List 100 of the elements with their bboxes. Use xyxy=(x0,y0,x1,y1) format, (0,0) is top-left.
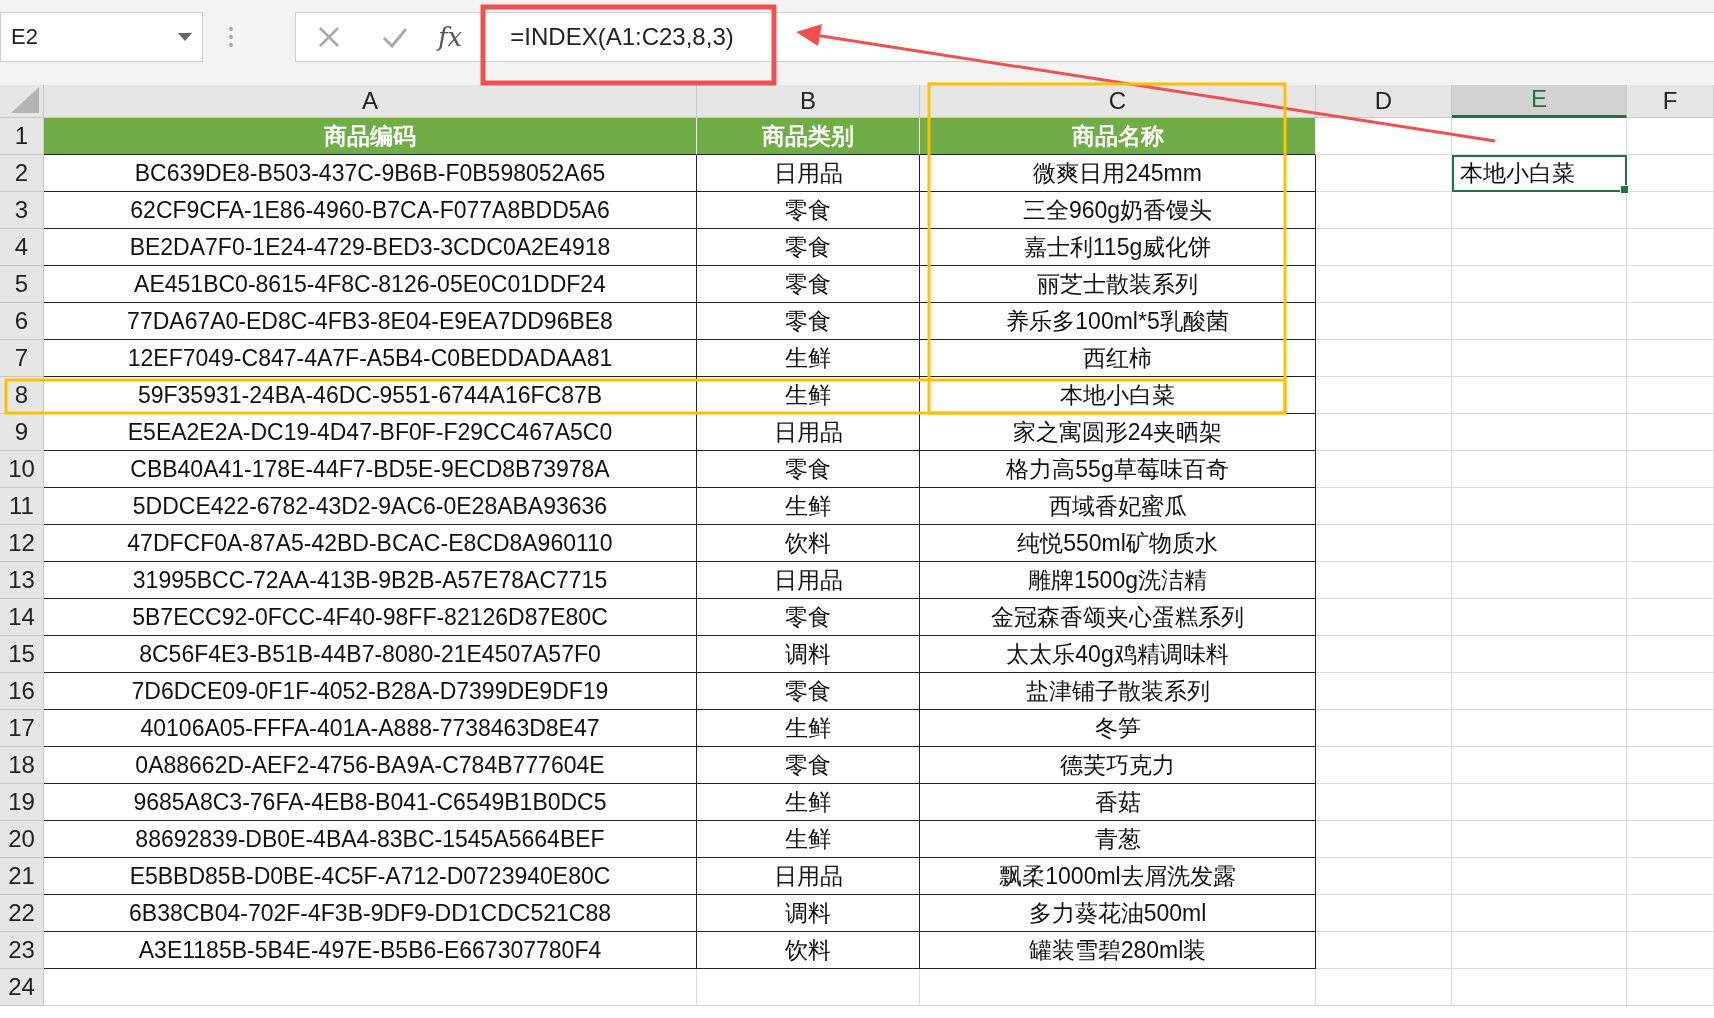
empty-cell[interactable] xyxy=(697,969,920,1006)
empty-cell[interactable] xyxy=(1316,636,1452,673)
empty-cell[interactable] xyxy=(1627,599,1714,636)
column-header[interactable]: F xyxy=(1627,85,1714,118)
empty-cell[interactable] xyxy=(1316,525,1452,562)
row-header[interactable]: 10 xyxy=(0,451,44,488)
select-all-icon[interactable] xyxy=(11,87,39,113)
empty-cell[interactable] xyxy=(1316,895,1452,932)
empty-cell[interactable] xyxy=(1627,192,1714,229)
empty-cell[interactable] xyxy=(1316,710,1452,747)
row-header[interactable]: 13 xyxy=(0,562,44,599)
empty-cell[interactable] xyxy=(1452,192,1627,229)
empty-cell[interactable] xyxy=(1316,192,1452,229)
empty-cell[interactable] xyxy=(1627,710,1714,747)
empty-cell[interactable] xyxy=(1627,266,1714,303)
row-header[interactable]: 15 xyxy=(0,636,44,673)
name-box[interactable]: E2 xyxy=(0,12,203,62)
row-header[interactable]: 12 xyxy=(0,525,44,562)
empty-cell[interactable] xyxy=(1316,229,1452,266)
empty-cell[interactable] xyxy=(1452,451,1627,488)
empty-cell[interactable] xyxy=(1316,562,1452,599)
more-options-icon[interactable] xyxy=(229,27,233,47)
empty-cell[interactable] xyxy=(1316,414,1452,451)
empty-cell[interactable] xyxy=(1452,673,1627,710)
empty-cell[interactable] xyxy=(1452,340,1627,377)
empty-cell[interactable] xyxy=(1627,451,1714,488)
column-header[interactable]: A xyxy=(44,85,697,118)
column-header[interactable]: D xyxy=(1316,85,1452,118)
empty-cell[interactable] xyxy=(1452,969,1627,1006)
empty-cell[interactable] xyxy=(1316,599,1452,636)
empty-cell[interactable] xyxy=(1627,377,1714,414)
empty-cell[interactable] xyxy=(1316,155,1452,192)
empty-cell[interactable] xyxy=(1452,525,1627,562)
empty-cell[interactable] xyxy=(1452,118,1627,155)
row-header[interactable]: 9 xyxy=(0,414,44,451)
row-header[interactable]: 7 xyxy=(0,340,44,377)
empty-cell[interactable] xyxy=(1452,821,1627,858)
row-header[interactable]: 20 xyxy=(0,821,44,858)
result-cell[interactable]: 本地小白菜 xyxy=(1452,155,1627,192)
empty-cell[interactable] xyxy=(1627,118,1714,155)
empty-cell[interactable] xyxy=(1452,562,1627,599)
empty-cell[interactable] xyxy=(1627,303,1714,340)
empty-cell[interactable] xyxy=(1627,895,1714,932)
empty-cell[interactable] xyxy=(1452,377,1627,414)
empty-cell[interactable] xyxy=(1316,488,1452,525)
empty-cell[interactable] xyxy=(1627,673,1714,710)
row-header[interactable]: 1 xyxy=(0,118,44,155)
row-header[interactable]: 24 xyxy=(0,969,44,1006)
empty-cell[interactable] xyxy=(1452,266,1627,303)
row-header[interactable]: 21 xyxy=(0,858,44,895)
row-header[interactable]: 2 xyxy=(0,155,44,192)
empty-cell[interactable] xyxy=(1627,969,1714,1006)
empty-cell[interactable] xyxy=(1452,303,1627,340)
row-header[interactable]: 6 xyxy=(0,303,44,340)
empty-cell[interactable] xyxy=(1316,747,1452,784)
row-header[interactable]: 16 xyxy=(0,673,44,710)
empty-cell[interactable] xyxy=(1627,525,1714,562)
empty-cell[interactable] xyxy=(1627,747,1714,784)
check-icon[interactable] xyxy=(382,26,408,48)
column-header[interactable]: B xyxy=(697,85,920,118)
empty-cell[interactable] xyxy=(1316,784,1452,821)
empty-cell[interactable] xyxy=(1627,340,1714,377)
empty-cell[interactable] xyxy=(1452,710,1627,747)
empty-cell[interactable] xyxy=(1316,673,1452,710)
empty-cell[interactable] xyxy=(1316,858,1452,895)
empty-cell[interactable] xyxy=(1627,155,1714,192)
empty-cell[interactable] xyxy=(1627,229,1714,266)
empty-cell[interactable] xyxy=(1316,451,1452,488)
empty-cell[interactable] xyxy=(1452,229,1627,266)
row-header[interactable]: 3 xyxy=(0,192,44,229)
empty-cell[interactable] xyxy=(1316,266,1452,303)
empty-cell[interactable] xyxy=(1452,932,1627,969)
empty-cell[interactable] xyxy=(1452,636,1627,673)
row-header[interactable]: 17 xyxy=(0,710,44,747)
row-header[interactable]: 18 xyxy=(0,747,44,784)
row-header[interactable]: 14 xyxy=(0,599,44,636)
cancel-icon[interactable] xyxy=(318,26,340,48)
row-header[interactable]: 22 xyxy=(0,895,44,932)
empty-cell[interactable] xyxy=(1316,821,1452,858)
empty-cell[interactable] xyxy=(1627,821,1714,858)
row-header[interactable]: 19 xyxy=(0,784,44,821)
row-header[interactable]: 11 xyxy=(0,488,44,525)
empty-cell[interactable] xyxy=(1452,895,1627,932)
empty-cell[interactable] xyxy=(1452,858,1627,895)
empty-cell[interactable] xyxy=(1316,340,1452,377)
row-header[interactable]: 5 xyxy=(0,266,44,303)
empty-cell[interactable] xyxy=(1627,562,1714,599)
empty-cell[interactable] xyxy=(1627,636,1714,673)
empty-cell[interactable] xyxy=(1627,858,1714,895)
empty-cell[interactable] xyxy=(1627,932,1714,969)
row-header[interactable]: 4 xyxy=(0,229,44,266)
empty-cell[interactable] xyxy=(1316,932,1452,969)
empty-cell[interactable] xyxy=(1452,599,1627,636)
empty-cell[interactable] xyxy=(1452,784,1627,821)
empty-cell[interactable] xyxy=(1452,747,1627,784)
column-header[interactable]: E xyxy=(1452,85,1627,118)
formula-text[interactable]: =INDEX(A1:C23,8,3) xyxy=(510,23,734,51)
empty-cell[interactable] xyxy=(1316,377,1452,414)
empty-cell[interactable] xyxy=(1627,488,1714,525)
empty-cell[interactable] xyxy=(1452,414,1627,451)
